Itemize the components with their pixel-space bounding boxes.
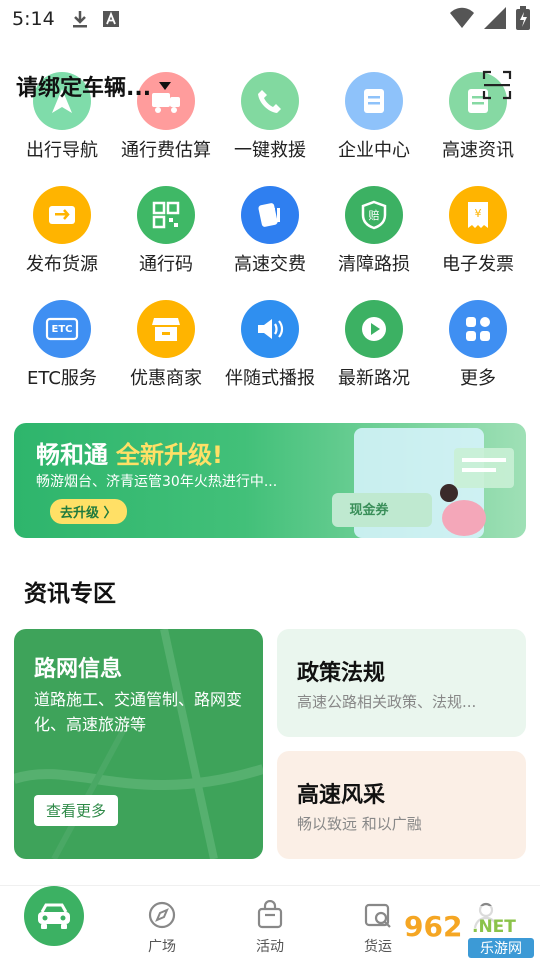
grid-item-road-damage[interactable]: 赔 清障路损 bbox=[322, 186, 426, 276]
grid-item-e-invoice[interactable]: ¥ 电子发票 bbox=[426, 186, 530, 276]
grid-label: 清障路损 bbox=[338, 254, 410, 275]
watermark-brand: 962 bbox=[404, 910, 462, 943]
grid-label: 发布货源 bbox=[26, 254, 98, 275]
svg-text:ETC: ETC bbox=[52, 324, 73, 335]
grid-label: ETC服务 bbox=[27, 368, 97, 389]
chevron-down-icon bbox=[159, 82, 172, 90]
banner-subtitle: 畅游烟台、济青运管30年火热进行中... bbox=[36, 474, 278, 490]
grid-more-icon bbox=[449, 300, 507, 358]
invoice-icon: ¥ bbox=[449, 186, 507, 244]
car-icon bbox=[38, 903, 70, 929]
grid-label: 伴随式播报 bbox=[225, 368, 315, 389]
watermark-site: 乐游网 bbox=[480, 941, 522, 957]
news-section-title: 资讯专区 bbox=[24, 581, 116, 607]
grid-label: 一键救援 bbox=[234, 140, 306, 161]
grid-item-broadcast[interactable]: 伴随式播报 bbox=[218, 300, 322, 390]
card-payment-icon bbox=[241, 186, 299, 244]
nav-item-square[interactable]: 广场 bbox=[132, 900, 192, 956]
banner-brand: 畅和通 bbox=[36, 441, 108, 469]
grid-item-discount-merchants[interactable]: 优惠商家 bbox=[114, 300, 218, 390]
banner-title: 畅和通 全新升级! bbox=[36, 435, 223, 470]
grid-label: 电子发票 bbox=[442, 254, 514, 275]
nav-item-freight[interactable]: 货运 bbox=[348, 900, 408, 956]
status-bar: 5:14 bbox=[0, 0, 540, 38]
nav-home-car[interactable] bbox=[24, 886, 84, 946]
etc-icon: ETC bbox=[33, 300, 91, 358]
play-icon bbox=[345, 300, 403, 358]
card-policy-regulations[interactable]: 政策法规 高速公路相关政策、法规... bbox=[277, 629, 526, 737]
upgrade-button[interactable]: 去升级 〉 bbox=[50, 499, 127, 524]
grid-item-highway-payment[interactable]: 高速交费 bbox=[218, 186, 322, 276]
card-title: 高速风采 bbox=[297, 783, 386, 808]
speaker-icon bbox=[241, 300, 299, 358]
banner-highlight: 全新升级! bbox=[116, 441, 223, 469]
card-road-network-info[interactable]: 路网信息 道路施工、交通管制、路网变化、高速旅游等 查看更多 bbox=[14, 629, 263, 859]
card-description: 高速公路相关政策、法规... bbox=[297, 693, 477, 711]
scan-icon[interactable] bbox=[482, 70, 512, 100]
bind-vehicle-selector[interactable]: 请绑定车辆... bbox=[16, 70, 172, 102]
grid-label: 更多 bbox=[460, 368, 496, 389]
shield-icon: 赔 bbox=[345, 186, 403, 244]
grid-item-etc-service[interactable]: ETC ETC服务 bbox=[10, 300, 114, 390]
banner-illustration: 现金券 bbox=[332, 428, 514, 538]
grid-label: 通行码 bbox=[139, 254, 193, 275]
grid-item-publish-cargo[interactable]: 发布货源 bbox=[10, 186, 114, 276]
nav-label: 货运 bbox=[364, 939, 392, 955]
svg-text:赔: 赔 bbox=[369, 208, 380, 222]
view-more-button[interactable]: 查看更多 bbox=[34, 795, 119, 826]
card-title: 路网信息 bbox=[34, 657, 123, 682]
compass-icon bbox=[148, 901, 176, 929]
nav-label: 广场 bbox=[148, 939, 176, 955]
grid-label: 高速交费 bbox=[234, 254, 306, 275]
site-watermark-logo: 962 .NET 乐游网 bbox=[400, 906, 538, 960]
nav-item-activity[interactable]: 活动 bbox=[240, 899, 300, 956]
signal-icon bbox=[484, 7, 506, 29]
grid-label: 高速资讯 bbox=[442, 140, 514, 161]
grid-label: 企业中心 bbox=[338, 140, 410, 161]
battery-icon bbox=[516, 6, 530, 30]
store-icon bbox=[137, 300, 195, 358]
download-icon bbox=[72, 11, 87, 28]
watermark-suffix: .NET bbox=[472, 917, 516, 937]
qr-code-icon bbox=[137, 186, 195, 244]
bind-vehicle-label: 请绑定车辆... bbox=[16, 76, 152, 101]
status-time: 5:14 bbox=[12, 8, 55, 30]
card-description: 畅以致远 和以广融 bbox=[297, 815, 422, 833]
grid-label: 通行费估算 bbox=[121, 140, 211, 161]
upgrade-banner[interactable]: 畅和通 全新升级! 畅游烟台、济青运管30年火热进行中... 去升级 〉 现金券 bbox=[14, 423, 526, 538]
nav-label: 活动 bbox=[256, 939, 284, 955]
card-title: 政策法规 bbox=[297, 661, 386, 686]
gift-bag-icon bbox=[257, 899, 283, 929]
wifi-icon bbox=[450, 7, 474, 28]
cargo-icon bbox=[33, 186, 91, 244]
grid-label: 最新路况 bbox=[338, 368, 410, 389]
grid-item-traffic-status[interactable]: 最新路况 bbox=[322, 300, 426, 390]
header: 请绑定车辆... bbox=[0, 60, 540, 110]
cargo-search-icon bbox=[364, 903, 391, 928]
card-description: 道路施工、交通管制、路网变化、高速旅游等 bbox=[34, 690, 243, 734]
coupon-text: 现金券 bbox=[349, 502, 389, 518]
grid-label: 优惠商家 bbox=[130, 368, 202, 389]
card-highway-style[interactable]: 高速风采 畅以致远 和以广融 bbox=[277, 751, 526, 859]
a-icon bbox=[102, 11, 119, 27]
grid-item-pass-code[interactable]: 通行码 bbox=[114, 186, 218, 276]
grid-label: 出行导航 bbox=[26, 140, 98, 161]
grid-item-more[interactable]: 更多 bbox=[426, 300, 530, 390]
svg-text:¥: ¥ bbox=[475, 207, 482, 220]
